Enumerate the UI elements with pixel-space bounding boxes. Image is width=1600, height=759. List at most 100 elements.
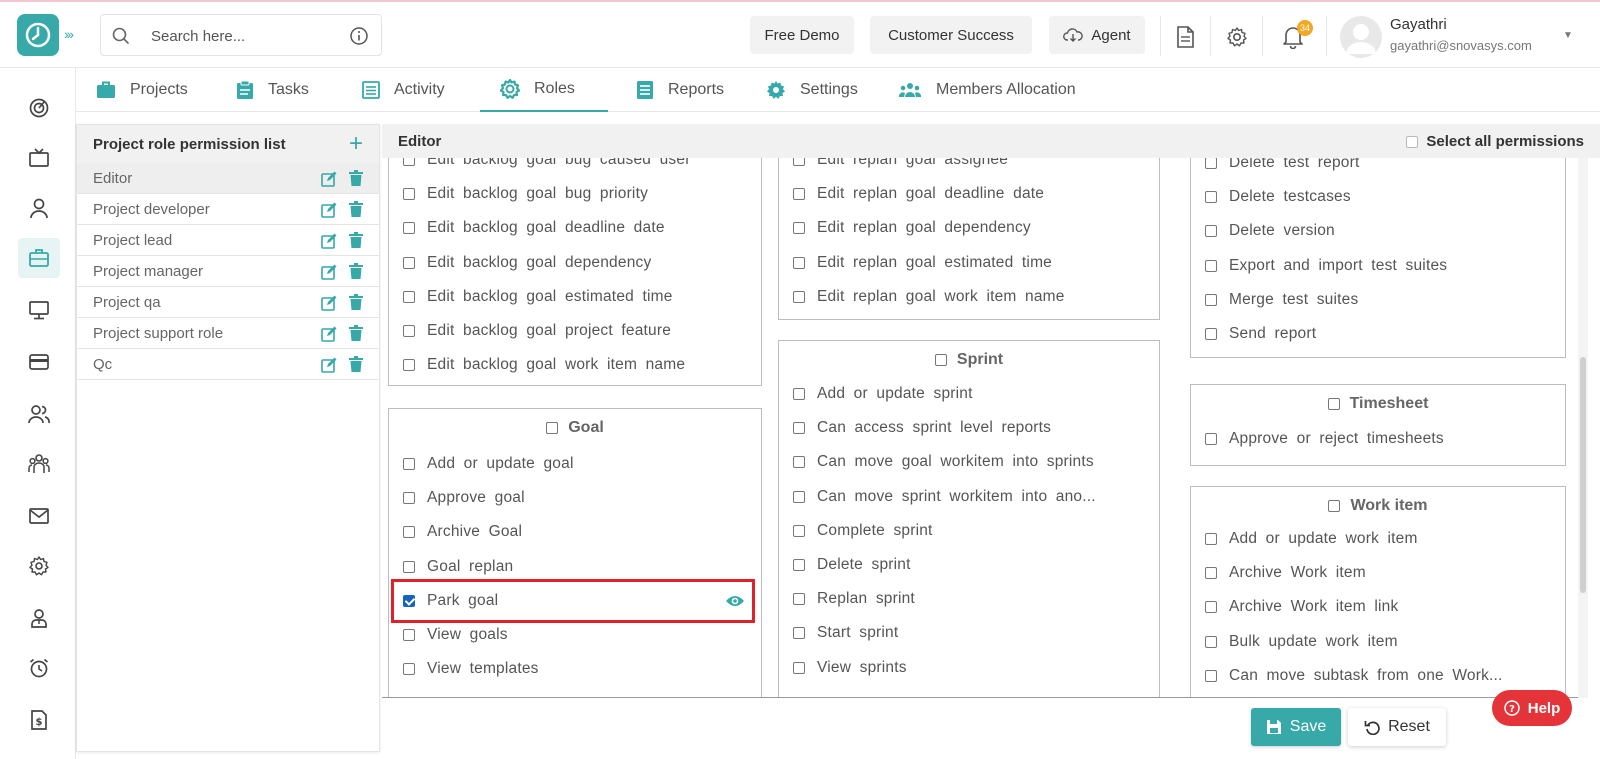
permission-checkbox[interactable] (403, 663, 415, 676)
permission-item[interactable]: Can move goal workitem into sprints (793, 451, 1094, 473)
trash-icon[interactable] (349, 263, 363, 279)
trash-icon[interactable] (349, 294, 363, 310)
role-row[interactable]: Editor (77, 163, 379, 194)
tab-activity[interactable]: Activity (362, 68, 445, 112)
edit-icon[interactable] (321, 202, 337, 218)
permission-checkbox[interactable] (793, 593, 805, 606)
edit-icon[interactable] (321, 171, 337, 187)
permission-checkbox[interactable] (793, 627, 805, 640)
permission-item[interactable]: Delete version (1205, 220, 1335, 242)
chevron-down-icon[interactable]: ▼ (1563, 30, 1573, 41)
permission-checkbox[interactable] (793, 661, 805, 674)
permission-item[interactable]: Edit backlog goal bug caused user (403, 158, 691, 171)
settings-icon[interactable] (18, 546, 60, 586)
role-row[interactable]: Qc (77, 349, 379, 380)
search-input[interactable] (151, 25, 331, 47)
permission-item[interactable]: View templates (403, 658, 539, 680)
permission-checkbox[interactable] (403, 158, 415, 166)
permission-item[interactable]: Add or update goal (403, 453, 574, 475)
edit-icon[interactable] (321, 295, 337, 311)
permission-item[interactable]: Edit replan goal assignee (793, 158, 1008, 171)
mail-icon[interactable] (18, 496, 60, 536)
scrollbar-thumb[interactable] (1580, 357, 1586, 593)
role-row[interactable]: Project developer (77, 194, 379, 225)
permission-item[interactable]: Approve or reject timesheets (1205, 428, 1444, 450)
info-icon[interactable] (349, 26, 369, 46)
tab-projects[interactable]: Projects (96, 68, 188, 112)
permission-checkbox[interactable] (1205, 158, 1217, 169)
free-demo-button[interactable]: Free Demo (750, 16, 854, 54)
customer-success-button[interactable]: Customer Success (870, 16, 1032, 54)
permission-checkbox[interactable] (1205, 567, 1217, 580)
permission-item[interactable]: Edit backlog goal estimated time (403, 286, 673, 308)
trash-icon[interactable] (349, 232, 363, 248)
permission-item[interactable]: Approve goal (403, 487, 525, 509)
role-row[interactable]: Project qa (77, 287, 379, 318)
permission-checkbox[interactable] (403, 188, 415, 201)
permission-item[interactable]: Archive Work item link (1205, 596, 1398, 618)
credit-card-icon[interactable] (18, 342, 60, 382)
eye-icon[interactable] (725, 594, 745, 608)
permission-item[interactable]: Goal replan (403, 556, 513, 578)
group-checkbox[interactable] (1328, 500, 1341, 512)
permission-item[interactable]: Can move subtask from one Work... (1205, 665, 1503, 687)
monitor-icon[interactable] (18, 290, 60, 330)
reset-button[interactable]: Reset (1348, 708, 1446, 746)
permission-checkbox[interactable] (793, 490, 805, 503)
permission-item[interactable]: Replan sprint (793, 588, 915, 610)
permission-checkbox[interactable] (793, 158, 805, 166)
group-checkbox[interactable] (934, 354, 947, 366)
permission-checkbox[interactable] (793, 188, 805, 201)
permission-item[interactable]: Delete test report (1205, 158, 1360, 174)
permission-item[interactable]: Can access sprint level reports (793, 417, 1051, 439)
group-checkbox[interactable] (546, 422, 559, 434)
permission-checkbox[interactable] (793, 456, 805, 469)
permission-item[interactable]: Send report (1205, 323, 1316, 345)
permission-checkbox[interactable] (1205, 601, 1217, 614)
permission-checkbox[interactable] (1205, 259, 1217, 272)
trash-icon[interactable] (349, 170, 363, 186)
permission-checkbox[interactable] (403, 560, 415, 573)
permission-checkbox[interactable] (793, 290, 805, 303)
permission-checkbox[interactable] (403, 256, 415, 269)
tv-icon[interactable] (18, 138, 60, 178)
permission-item[interactable]: Edit replan goal estimated time (793, 252, 1052, 274)
role-row[interactable]: Project lead (77, 225, 379, 256)
permission-checkbox[interactable] (403, 492, 415, 505)
permission-item[interactable]: Can move sprint workitem into ano... (793, 486, 1096, 508)
permission-item[interactable]: Edit backlog goal bug priority (403, 183, 648, 205)
permission-checkbox[interactable] (1205, 328, 1217, 340)
permission-item[interactable]: Edit replan goal dependency (793, 217, 1031, 239)
permission-item[interactable]: Bulk update work item (1205, 631, 1398, 653)
alarm-clock-icon[interactable] (18, 648, 60, 688)
permission-item[interactable]: Merge test suites (1205, 289, 1358, 311)
role-row[interactable]: Project manager (77, 256, 379, 287)
trash-icon[interactable] (349, 201, 363, 217)
permission-checkbox[interactable] (403, 629, 415, 641)
permission-item[interactable]: Edit backlog goal deadline date (403, 217, 665, 239)
group-checkbox[interactable] (1327, 398, 1340, 410)
permission-checkbox[interactable] (793, 559, 805, 571)
permission-checkbox[interactable] (1205, 533, 1217, 545)
edit-icon[interactable] (321, 264, 337, 280)
permission-item[interactable]: Edit backlog goal work item name (403, 354, 685, 376)
tab-roles[interactable]: Roles (480, 68, 608, 112)
dashboard-icon[interactable] (18, 88, 60, 128)
gear-icon[interactable] (1224, 24, 1250, 50)
avatar[interactable] (1340, 16, 1382, 58)
invoice-icon[interactable]: $ (18, 700, 60, 740)
edit-icon[interactable] (321, 357, 337, 373)
team-icon[interactable] (18, 444, 60, 484)
tab-reports[interactable]: Reports (636, 68, 724, 112)
permission-item[interactable]: Add or update sprint (793, 383, 973, 405)
expand-sidebar-icon[interactable]: ››› (64, 26, 74, 42)
tab-tasks[interactable]: Tasks (236, 68, 309, 112)
permission-item[interactable]: Export and import test suites (1205, 255, 1447, 277)
permission-checkbox[interactable] (1205, 191, 1217, 204)
permission-item[interactable]: Add or update work item (1205, 528, 1418, 550)
permission-item[interactable]: Edit backlog goal project feature (403, 320, 671, 342)
permission-checkbox[interactable] (793, 524, 805, 537)
agent-button[interactable]: Agent (1049, 16, 1145, 54)
permission-item[interactable]: Start sprint (793, 622, 898, 644)
permission-checkbox[interactable] (793, 388, 805, 400)
